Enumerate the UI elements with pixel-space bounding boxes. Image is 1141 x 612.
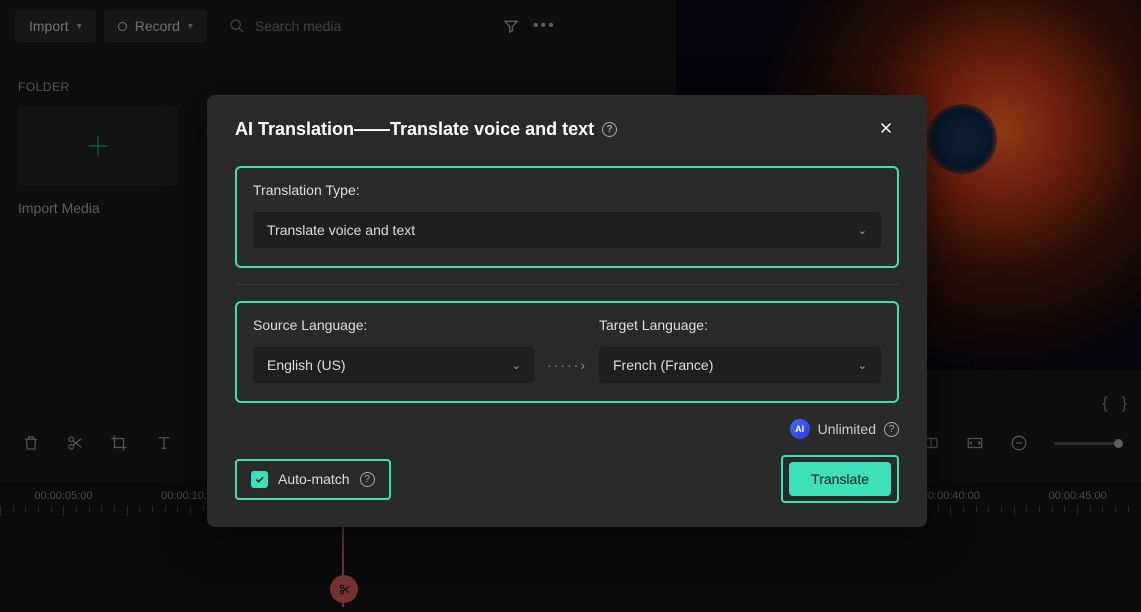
help-icon[interactable]: ?: [884, 422, 899, 437]
chevron-down-icon: ⌄: [858, 224, 867, 237]
unlimited-label: Unlimited: [818, 421, 876, 437]
source-language-col: Source Language: English (US) ⌄: [253, 317, 535, 383]
dialog-title-row: AI Translation——Translate voice and text…: [235, 119, 617, 140]
unlimited-row: AI Unlimited ?: [235, 419, 899, 439]
ai-translation-dialog: AI Translation——Translate voice and text…: [207, 95, 927, 527]
auto-match-checkbox[interactable]: Auto-match ?: [235, 459, 391, 500]
dialog-header: AI Translation——Translate voice and text…: [235, 115, 899, 144]
translation-type-section: Translation Type: Translate voice and te…: [235, 166, 899, 268]
close-icon: [877, 119, 895, 137]
auto-match-label: Auto-match: [278, 471, 350, 487]
target-language-value: French (France): [613, 357, 713, 373]
dialog-title-text: AI Translation——Translate voice and text: [235, 119, 594, 140]
source-language-value: English (US): [267, 357, 346, 373]
target-language-select[interactable]: French (France) ⌄: [599, 347, 881, 383]
language-section: Source Language: English (US) ⌄ ·····› T…: [235, 301, 899, 403]
dialog-footer: Auto-match ? Translate: [235, 455, 899, 503]
close-button[interactable]: [873, 115, 899, 144]
translation-type-select[interactable]: Translate voice and text ⌄: [253, 212, 881, 248]
arrow-right-icon: ·····›: [547, 357, 587, 383]
help-icon[interactable]: ?: [602, 122, 617, 137]
checkbox-checked-icon: [251, 471, 268, 488]
chevron-down-icon: ⌄: [512, 359, 521, 372]
translate-button[interactable]: Translate: [789, 462, 891, 496]
help-icon[interactable]: ?: [360, 472, 375, 487]
divider: [235, 284, 899, 285]
source-language-label: Source Language:: [253, 317, 535, 333]
translation-type-label: Translation Type:: [253, 182, 881, 198]
target-language-label: Target Language:: [599, 317, 881, 333]
source-language-select[interactable]: English (US) ⌄: [253, 347, 535, 383]
translate-button-highlight: Translate: [781, 455, 899, 503]
chevron-down-icon: ⌄: [858, 359, 867, 372]
translation-type-value: Translate voice and text: [267, 222, 415, 238]
ai-badge-icon: AI: [790, 419, 810, 439]
target-language-col: Target Language: French (France) ⌄: [599, 317, 881, 383]
